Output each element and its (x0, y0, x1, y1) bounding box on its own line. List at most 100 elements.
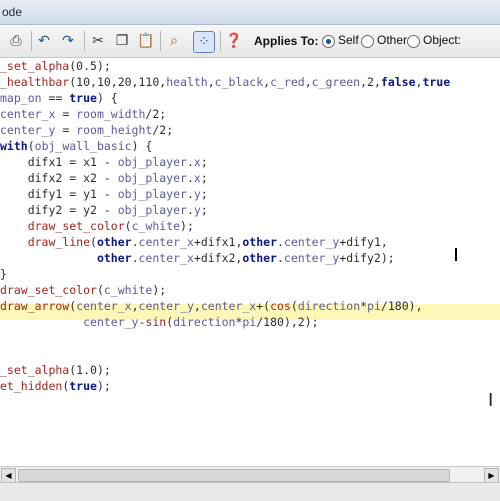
code-token: _healthbar (0, 75, 70, 89)
code-token: _set_alpha (0, 363, 70, 377)
code-token: draw_arrow (0, 299, 70, 313)
code-token: pi (367, 299, 381, 313)
code-line[interactable]: draw_line(other.center_x+difx1,other.cen… (0, 234, 388, 250)
window-title: ode (2, 5, 23, 19)
code-line[interactable]: difx1 = x1 - obj_player.x; (0, 154, 208, 170)
code-token: ( (90, 235, 97, 249)
status-bar (0, 482, 500, 501)
code-token: other (96, 235, 132, 249)
horizontal-scrollbar[interactable]: ◀ ▶ (0, 466, 500, 483)
code-token: center_x (138, 251, 194, 265)
code-token: center_x (0, 107, 56, 121)
code-token: c_red (270, 75, 305, 89)
code-line[interactable]: center_y-sin(direction*pi/180),2); (0, 314, 319, 330)
code-token: dify2 = y2 - (0, 203, 118, 217)
scroll-right-button[interactable]: ▶ (484, 468, 499, 483)
code-line[interactable]: dify1 = y1 - obj_player.y; (0, 186, 208, 202)
code-token: ( (124, 219, 132, 233)
code-line[interactable]: center_x = room_width/2; (0, 106, 166, 122)
copy-icon[interactable]: ❐ (112, 31, 132, 51)
code-token: obj_player (117, 203, 187, 217)
paste-icon[interactable]: 📋 (136, 31, 156, 51)
help-icon[interactable]: ❓ (224, 31, 244, 51)
code-token: difx1 = x1 - (0, 155, 118, 169)
code-token: obj_player (117, 155, 187, 169)
code-line[interactable]: center_y = room_height/2; (0, 122, 173, 138)
code-token: /180),2); (256, 315, 319, 329)
code-token: . (276, 251, 284, 265)
code-token: draw_set_color (0, 283, 97, 297)
code-token: true (422, 75, 451, 89)
scroll-left-button[interactable]: ◀ (1, 468, 16, 483)
code-token: (1.0); (69, 363, 111, 377)
code-token: = (55, 123, 77, 137)
radio-button[interactable] (361, 35, 374, 48)
code-token: room_height (76, 123, 153, 137)
code-token: +dify2); (339, 251, 395, 265)
code-token: center_x (138, 235, 194, 249)
code-line[interactable]: other.center_x+difx2,other.center_y+dify… (0, 250, 395, 266)
code-token: ); (180, 219, 194, 233)
code-token: /2; (145, 107, 167, 121)
code-token: , (415, 299, 423, 313)
check-syntax-icon[interactable]: ⁘ (193, 31, 215, 53)
code-token: pi (242, 315, 257, 329)
cut-icon[interactable]: ✂ (88, 31, 108, 51)
code-token: = (55, 107, 77, 121)
search-icon[interactable]: ⌕ (164, 31, 184, 51)
code-token: ( (96, 283, 104, 297)
undo-icon[interactable]: ↶ (34, 31, 54, 51)
code-token: c_black (214, 75, 264, 89)
radio-button[interactable] (322, 35, 335, 48)
code-line[interactable]: draw_set_color(c_white); (0, 282, 166, 298)
code-token: other (242, 251, 277, 265)
code-token: ) { (96, 91, 118, 105)
code-line[interactable]: et_hidden(true); (0, 378, 111, 394)
code-token: ; (200, 187, 208, 201)
code-token: (0.5); (69, 59, 111, 73)
code-token: et_hidden (0, 379, 63, 393)
code-token: room_width (76, 107, 146, 121)
code-token: cos (270, 299, 291, 313)
code-token: ,2, (360, 75, 381, 89)
code-line[interactable]: } (0, 266, 7, 282)
code-line[interactable]: difx2 = x2 - obj_player.x; (0, 170, 208, 186)
code-token: false (380, 75, 416, 89)
code-line[interactable]: _set_alpha(0.5); (0, 58, 111, 74)
text-caret (455, 248, 457, 261)
code-token: difx2 = x2 - (0, 171, 118, 185)
code-line[interactable]: _healthbar(10,10,20,110,health,c_black,c… (0, 74, 450, 90)
code-token: other (242, 235, 277, 249)
code-token: ) { (131, 139, 153, 153)
code-line[interactable]: dify2 = y2 - obj_player.y; (0, 202, 208, 218)
code-token: (10,10,20,110, (69, 75, 167, 89)
code-token: _set_alpha (0, 59, 70, 73)
print-icon[interactable]: ⎙ (6, 31, 26, 51)
radio-button[interactable] (407, 35, 420, 48)
title-bar: ode (0, 0, 500, 25)
code-token: draw_line (27, 235, 91, 249)
code-line[interactable]: draw_set_color(c_white); (0, 218, 194, 234)
code-token: , (207, 75, 215, 89)
code-token: direction (297, 299, 361, 313)
code-token: ; (200, 203, 208, 217)
toolbar-separator (160, 31, 161, 51)
scroll-thumb[interactable] (18, 469, 450, 482)
code-token: , (304, 75, 312, 89)
code-token: c_white (103, 283, 153, 297)
code-token: center_y (138, 299, 194, 313)
code-token: /2; (152, 123, 174, 137)
applies-to-label: Applies To: (254, 34, 319, 48)
code-line[interactable]: draw_arrow(center_x,center_y,center_x+(c… (0, 298, 423, 314)
code-line[interactable]: _set_alpha(1.0); (0, 362, 111, 378)
code-token: with (0, 139, 28, 153)
redo-icon[interactable]: ↷ (58, 31, 78, 51)
code-line[interactable]: with(obj_wall_basic) { (0, 138, 152, 154)
code-token: ; (200, 171, 208, 185)
code-line[interactable]: map_on == true) { (0, 90, 118, 106)
code-token: obj_player (117, 187, 187, 201)
toolbar: ⎙ ↶ ↷ ✂ ❐ 📋 ⌕ ⁘ ❓ Applies To: Self Other… (0, 25, 500, 58)
code-token: y (193, 187, 201, 201)
